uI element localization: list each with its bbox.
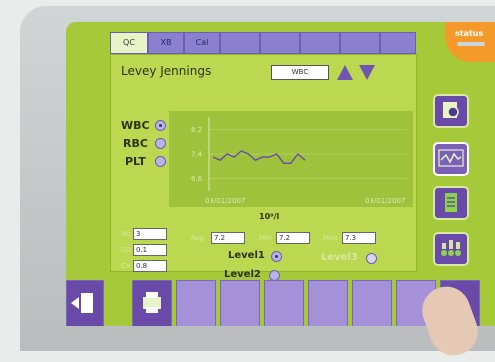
tab-empty-3[interactable]: [300, 32, 340, 54]
y-tick-label: 6.6: [191, 175, 203, 183]
up-arrow-button[interactable]: [337, 65, 353, 80]
bottom-button-4[interactable]: [220, 280, 260, 326]
tab-qc[interactable]: QC: [110, 32, 148, 54]
selector-radio-wbc[interactable]: [155, 120, 166, 131]
parameter-field[interactable]: WBC: [271, 65, 329, 80]
level3-label: Level3: [321, 252, 358, 263]
levey-jennings-chart: 8.2 7.4 6.6 03/01/2007 03/01/2007: [169, 111, 413, 207]
report-button[interactable]: [433, 186, 469, 220]
tab-empty-4[interactable]: [340, 32, 380, 54]
waveform-icon: [438, 149, 464, 167]
sd-field[interactable]: 0.1: [133, 244, 167, 256]
y-tick-label: 7.4: [191, 151, 203, 159]
x-end-label: 03/01/2007: [365, 197, 405, 205]
unit-label: 10⁹/l: [259, 212, 280, 221]
print-button[interactable]: [132, 280, 172, 326]
tab-empty-1[interactable]: [220, 32, 260, 54]
bottom-button-6[interactable]: [308, 280, 348, 326]
tab-xb[interactable]: XB: [148, 32, 184, 54]
no-field[interactable]: 3: [133, 228, 167, 240]
status-text: status: [455, 29, 484, 38]
sample-view-button[interactable]: [433, 94, 469, 128]
exit-button[interactable]: [66, 280, 104, 326]
cv-field[interactable]: 0.8: [133, 260, 167, 272]
min-field[interactable]: 7.2: [276, 232, 310, 244]
tab-empty-2[interactable]: [260, 32, 300, 54]
qc-chart-button[interactable]: [433, 142, 469, 176]
tab-empty-5[interactable]: [380, 32, 416, 54]
level2-label: Level2: [224, 269, 261, 280]
y-tick-label: 8.2: [191, 126, 202, 134]
menu-grid-button[interactable]: [433, 232, 469, 266]
bottom-button-5[interactable]: [264, 280, 304, 326]
tab-cal[interactable]: Cal: [184, 32, 220, 54]
selector-label-rbc: RBC: [123, 137, 148, 150]
max-label: Max: [323, 234, 338, 242]
cv-label: CV: [121, 262, 131, 270]
sample-icon: [443, 102, 459, 118]
selector-radio-plt[interactable]: [155, 156, 166, 167]
printer-icon: [143, 292, 161, 313]
grid-icon: [441, 240, 461, 256]
level3-radio[interactable]: [366, 253, 377, 264]
bottom-button-3[interactable]: [176, 280, 216, 326]
exit-door-icon: [71, 293, 93, 313]
document-icon: [445, 193, 457, 212]
avg-label: Avg: [191, 234, 204, 242]
down-arrow-button[interactable]: [359, 65, 375, 80]
qc-panel: Levey Jennings WBC WBC RBC PLT 8.2 7.4 6.6…: [110, 54, 417, 281]
chart-background: [169, 111, 413, 207]
sd-label: SD: [121, 246, 131, 254]
status-badge[interactable]: status: [445, 22, 495, 62]
status-indicator: [457, 42, 485, 46]
no-label: No: [121, 230, 131, 238]
bottom-button-7[interactable]: [352, 280, 392, 326]
x-start-label: 03/01/2007: [205, 197, 245, 205]
avg-field[interactable]: 7.2: [211, 232, 245, 244]
level1-radio[interactable]: [271, 251, 282, 262]
selector-radio-rbc[interactable]: [155, 138, 166, 149]
level1-label: Level1: [228, 250, 265, 261]
touch-screen: QC XB Cal Levey Jennings WBC WBC RBC PLT…: [66, 22, 495, 326]
selector-label-plt: PLT: [125, 155, 146, 168]
page-title: Levey Jennings: [121, 64, 212, 78]
min-label: Min: [259, 234, 272, 242]
selector-label-wbc: WBC: [121, 119, 150, 132]
max-field[interactable]: 7.3: [342, 232, 376, 244]
